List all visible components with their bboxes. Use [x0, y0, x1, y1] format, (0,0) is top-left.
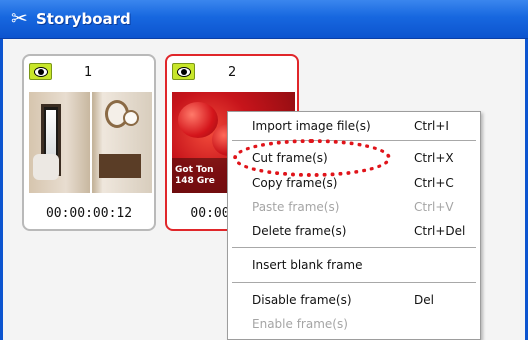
frame-number: 2 — [228, 65, 237, 80]
menu-separator — [232, 247, 476, 248]
menu-item-import-image[interactable]: Import image file(s) Ctrl+I — [228, 115, 480, 137]
frame-timecode: 00:00:00:12 — [45, 206, 133, 221]
thumbnail-caption: Got Ton — [175, 165, 214, 175]
menu-item-insert-blank-frame[interactable]: Insert blank frame — [228, 254, 480, 276]
scissors-icon: ✂ — [11, 6, 28, 30]
eye-icon[interactable] — [29, 63, 52, 80]
storyboard-frame-1[interactable]: 1 00:00:00:12 — [22, 54, 156, 231]
menu-item-copy-frame[interactable]: Copy frame(s) Ctrl+C — [228, 172, 480, 194]
cut-frame-highlight-annotation — [233, 139, 391, 177]
menu-separator — [232, 282, 476, 283]
frame-number: 1 — [84, 65, 93, 80]
menu-item-disable-frame[interactable]: Disable frame(s) Del — [228, 289, 480, 311]
eye-icon[interactable] — [172, 63, 195, 80]
storyboard-window: ✂ Storyboard 1 00:00:00:12 2 Got Ton 148… — [0, 0, 528, 340]
menu-item-delete-frame[interactable]: Delete frame(s) Ctrl+Del — [228, 220, 480, 242]
menu-item-paste-frame[interactable]: Paste frame(s) Ctrl+V — [228, 196, 480, 218]
title-bar[interactable]: ✂ Storyboard — [0, 0, 528, 39]
menu-separator — [232, 140, 476, 141]
thumbnail-caption: 148 Gre — [175, 176, 215, 186]
window-title: Storyboard — [36, 10, 131, 28]
frame-thumbnail — [29, 92, 152, 193]
menu-item-enable-frame[interactable]: Enable frame(s) — [228, 313, 480, 335]
